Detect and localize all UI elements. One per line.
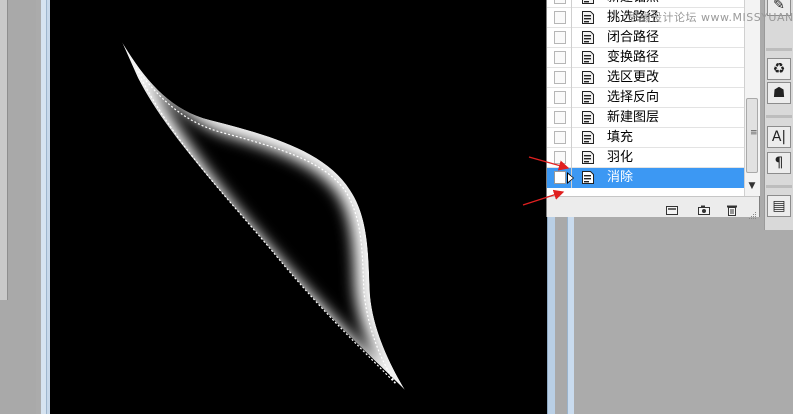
history-state-label: 选区更改 — [607, 70, 660, 85]
history-state-label: 填充 — [607, 130, 634, 145]
tool-group-divider — [766, 48, 792, 51]
column-divider — [571, 0, 572, 8]
history-source-checkbox[interactable] — [554, 0, 566, 4]
history-state-label: 消除 — [607, 170, 634, 185]
history-list: 新建锚点挑选路径闭合路径变换路径选区更改选择反向新建图层填充羽化消除 — [547, 0, 744, 196]
left-panel-edge — [0, 0, 8, 300]
column-divider — [571, 8, 572, 28]
scroll-down-arrow-icon[interactable]: ▼ — [746, 179, 758, 193]
history-source-checkbox[interactable] — [554, 31, 566, 44]
new-document-from-state-icon[interactable] — [665, 201, 679, 215]
history-step-icon — [581, 50, 595, 65]
character-icon[interactable]: A| — [767, 126, 791, 148]
stamp-icon[interactable]: ☗ — [767, 82, 791, 104]
history-state-label: 闭合路径 — [607, 30, 660, 45]
paragraph-icon[interactable]: ¶ — [767, 152, 791, 174]
delete-icon[interactable] — [725, 201, 739, 216]
history-state-item[interactable]: 羽化 — [547, 148, 744, 168]
left-toolbar-edge — [0, 0, 36, 414]
history-state-item[interactable]: 选区更改 — [547, 68, 744, 88]
history-step-icon — [581, 150, 595, 165]
history-step-icon — [581, 70, 595, 85]
history-source-checkbox[interactable] — [554, 131, 566, 144]
history-step-icon — [581, 0, 595, 5]
column-divider — [571, 128, 572, 148]
document-canvas[interactable] — [50, 0, 547, 414]
tool-group-divider — [766, 115, 792, 118]
history-step-icon — [581, 10, 595, 25]
column-divider — [571, 48, 572, 68]
history-source-checkbox[interactable] — [554, 171, 566, 184]
history-state-item[interactable]: 闭合路径 — [547, 28, 744, 48]
document-window-border — [41, 0, 47, 414]
history-source-checkbox[interactable] — [554, 71, 566, 84]
column-divider — [571, 68, 572, 88]
clone-source-icon[interactable]: ♻ — [767, 58, 791, 80]
history-state-item[interactable]: 填充 — [547, 128, 744, 148]
history-source-checkbox[interactable] — [554, 11, 566, 24]
history-state-label: 新建图层 — [607, 110, 660, 125]
resize-grip-icon[interactable] — [747, 205, 757, 219]
history-step-icon — [581, 130, 595, 145]
history-state-item[interactable]: 新建图层 — [547, 108, 744, 128]
new-snapshot-icon[interactable] — [697, 201, 711, 215]
history-source-checkbox[interactable] — [554, 91, 566, 104]
history-state-item[interactable]: 新建锚点 — [547, 0, 744, 8]
scrollbar-thumb[interactable]: ≡ — [746, 98, 758, 173]
history-source-checkbox[interactable] — [554, 51, 566, 64]
history-source-checkbox[interactable] — [554, 111, 566, 124]
history-step-icon — [581, 110, 595, 125]
history-step-icon — [581, 90, 595, 105]
history-state-item[interactable]: 消除 — [547, 168, 744, 188]
column-divider — [571, 88, 572, 108]
history-footer — [547, 196, 759, 219]
tool-group-divider — [766, 185, 792, 188]
panel-dock-strip: ✎ ♻ ☗ A| ¶ ▤ — [764, 0, 793, 230]
history-state-label: 变换路径 — [607, 50, 660, 65]
history-state-item[interactable]: 变换路径 — [547, 48, 744, 68]
history-panel: 新建锚点挑选路径闭合路径变换路径选区更改选择反向新建图层填充羽化消除 ≡ ▼ — [546, 0, 760, 219]
column-divider — [571, 108, 572, 128]
grip-icon: ≡ — [750, 128, 758, 138]
history-step-icon — [581, 30, 595, 45]
column-divider — [571, 28, 572, 48]
photoshop-workspace: 新建锚点挑选路径闭合路径变换路径选区更改选择反向新建图层填充羽化消除 ≡ ▼ ✎… — [0, 0, 793, 414]
history-source-checkbox[interactable] — [554, 151, 566, 164]
watermark-text: 思缘设计论坛 www.MISSYUAN.COM — [628, 11, 793, 24]
history-scrollbar[interactable]: ≡ ▼ — [744, 0, 760, 196]
history-step-icon — [581, 170, 595, 185]
history-state-item[interactable]: 选择反向 — [547, 88, 744, 108]
history-state-label: 新建锚点 — [607, 0, 659, 6]
history-state-label: 选择反向 — [607, 90, 660, 105]
leaf-shape-artwork — [50, 0, 547, 414]
column-divider — [571, 148, 572, 168]
current-state-marker-inner — [568, 174, 573, 182]
history-state-label: 羽化 — [607, 150, 634, 165]
layer-comps-icon[interactable]: ▤ — [767, 195, 791, 217]
